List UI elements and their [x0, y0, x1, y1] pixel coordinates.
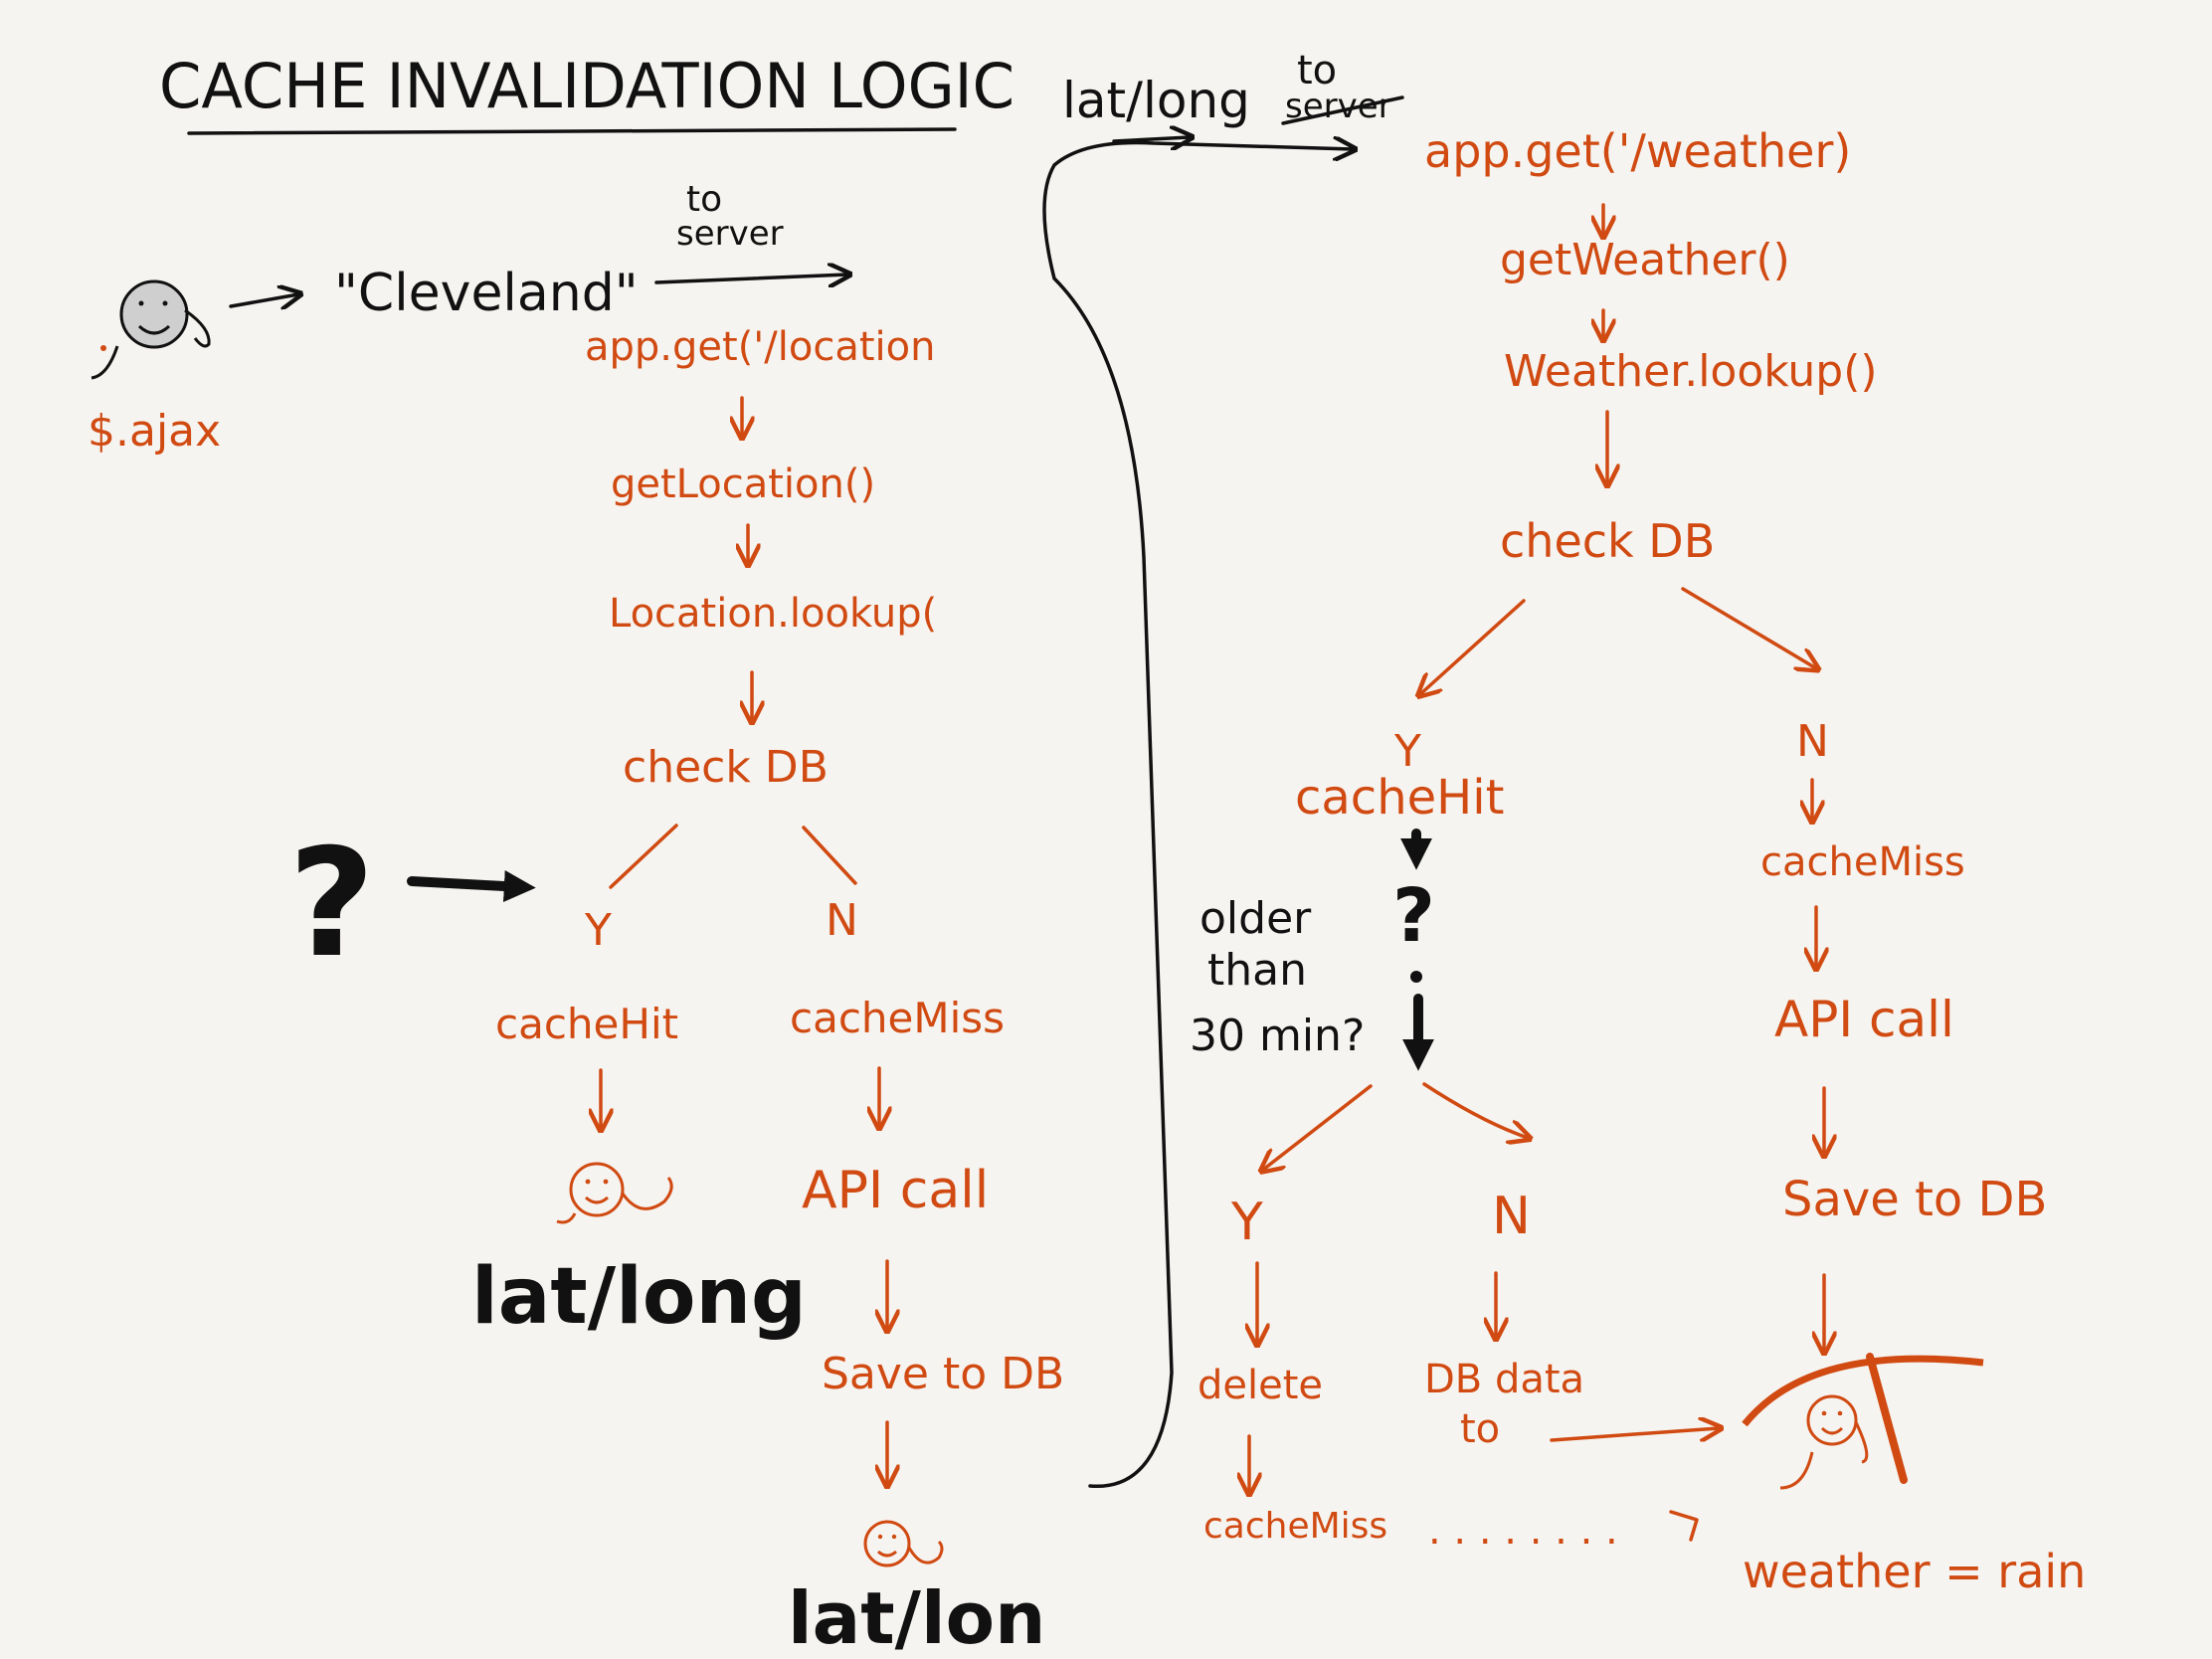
stale-yes-label: Y [1230, 1193, 1263, 1252]
location-lookup: Location.lookup( [609, 591, 937, 637]
right-check-db: check DB [1500, 514, 1715, 568]
dots-to-weather-arrow [1669, 1510, 1699, 1542]
right-branch-yes-arrow [1420, 599, 1526, 694]
right-api-call: API call [1774, 991, 1954, 1048]
miss-avatar-icon [863, 1520, 944, 1567]
link-latlong-label: lat/long [1062, 72, 1250, 129]
hit-avatar-icon [556, 1162, 673, 1224]
left-cache-miss: cacheMiss [790, 994, 1005, 1042]
age-question-line3: 30 min? [1190, 1011, 1365, 1061]
stale-db-data-line2: to [1460, 1406, 1500, 1452]
stale-yes-arrow [1263, 1084, 1373, 1170]
stale-question-dot [1410, 971, 1422, 983]
db-data-to-weather-arrow [1550, 1428, 1719, 1442]
stale-db-data-line1: DB data [1424, 1357, 1584, 1402]
left-question-mark: ? [288, 818, 375, 991]
client-request-text: "Cleveland" [334, 264, 639, 323]
right-cache-miss: cacheMiss [1760, 839, 1965, 885]
age-question-line1: older [1199, 893, 1312, 944]
location-route: app.get('/location [585, 324, 935, 370]
left-api-call: API call [802, 1161, 989, 1220]
stale-question-mark: ? [1392, 873, 1435, 959]
left-check-db: check DB [623, 742, 829, 793]
left-branch-yes-line [609, 824, 678, 889]
client-to-request-arrow [229, 294, 298, 306]
diagram-title: CACHE INVALIDATION LOGIC [159, 50, 1014, 122]
left-server-label: server [676, 214, 784, 254]
weather-result: weather = rain [1743, 1545, 2086, 1598]
left-no-label: N [826, 895, 858, 946]
stale-no-label: N [1492, 1187, 1531, 1246]
title-underline [187, 127, 957, 135]
right-cache-hit: cacheHit [1295, 770, 1504, 826]
stale-cache-miss: cacheMiss [1203, 1506, 1387, 1547]
left-branch-no-line [802, 826, 857, 885]
stale-dots: . . . . . . . . [1428, 1508, 1618, 1554]
left-miss-result: lat/lon [788, 1576, 1045, 1659]
left-yes-label: Y [584, 905, 612, 956]
stale-delete: delete [1198, 1363, 1323, 1408]
client-avatar-gray [91, 279, 211, 380]
client-ajax-label: $.ajax [88, 406, 221, 457]
left-to-server-arrow [654, 275, 847, 282]
left-save-db: Save to DB [822, 1349, 1064, 1399]
right-no-label: N [1796, 716, 1829, 767]
age-question-line2: than [1207, 945, 1307, 996]
stale-no-arrow [1422, 1082, 1528, 1138]
diagram-canvas: CACHE INVALIDATION LOGIC $.ajax "Clevela… [88, 48, 2086, 1659]
question-pointer-arrow [407, 869, 536, 902]
left-hit-result: lat/long [471, 1252, 807, 1342]
weather-handler: getWeather() [1500, 235, 1790, 285]
right-save-db: Save to DB [1782, 1172, 2047, 1227]
link-latlong-arrow [1112, 137, 1190, 141]
weather-lookup: Weather.lookup() [1504, 346, 1878, 397]
left-cache-hit: cacheHit [495, 1000, 678, 1048]
weather-route: app.get('/weather) [1424, 124, 1851, 178]
right-branch-no-arrow [1681, 587, 1816, 668]
umbrella-avatar-icon [1742, 1353, 1984, 1490]
location-handler: getLocation() [611, 461, 875, 507]
